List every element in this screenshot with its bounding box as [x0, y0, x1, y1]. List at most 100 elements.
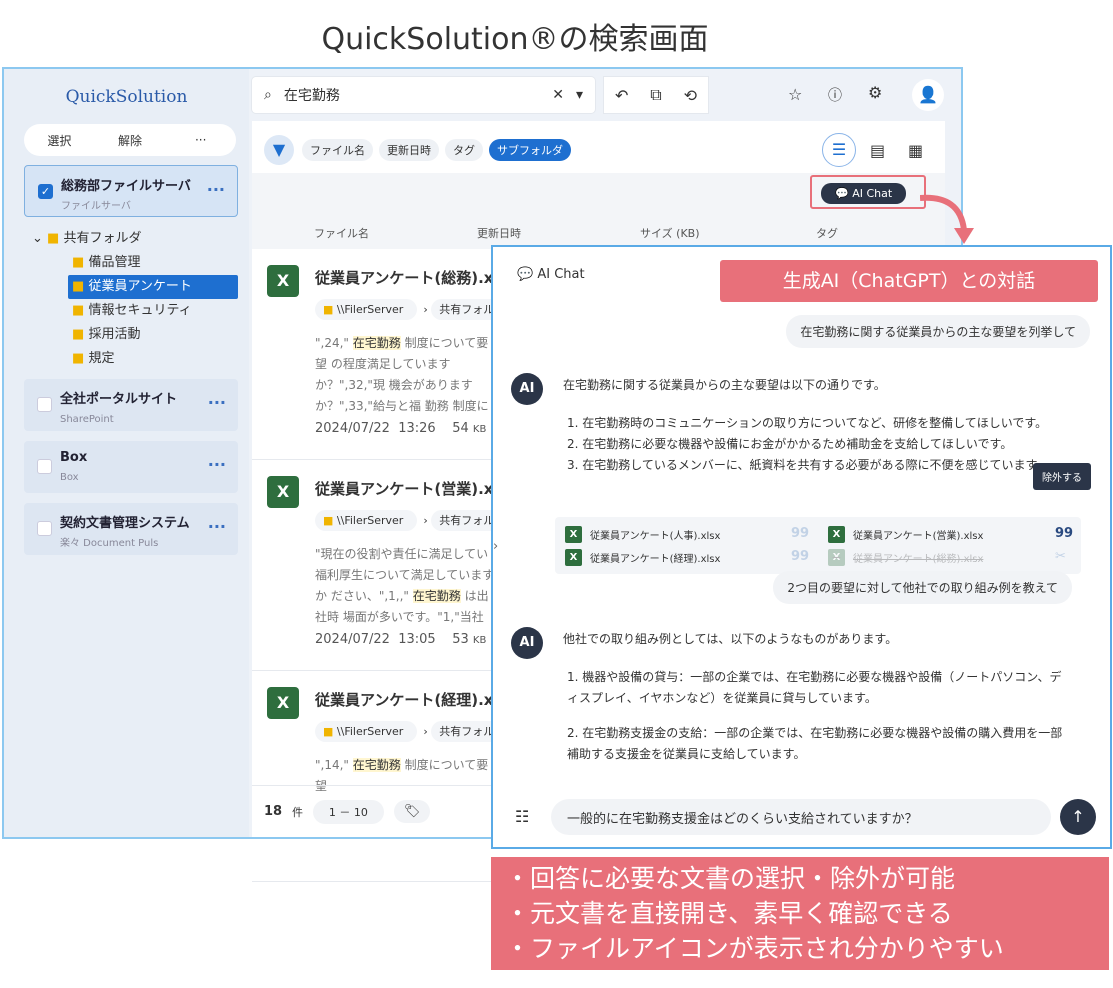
callout-chatgpt: 生成AI（ChatGPT）との対話 — [720, 260, 1098, 302]
excel-icon: X — [828, 549, 845, 566]
star-icon[interactable]: ☆ — [788, 85, 802, 104]
ref-name: 従業員アンケート(営業).xlsx — [853, 531, 984, 542]
ai-list: 1. 機器や設備の貸与：一部の企業では、在宅勤務に必要な機器や設備（ノートパソコ… — [567, 667, 1067, 765]
source-type: 楽々 Document Puls — [60, 538, 159, 549]
column-name[interactable]: ファイル名 — [314, 225, 369, 241]
clear-icon[interactable]: ✕ — [552, 87, 564, 103]
checkbox[interactable] — [37, 397, 52, 412]
tree-item-selected[interactable]: ■ 従業員アンケート — [68, 275, 238, 299]
filter-chip[interactable]: ファイル名 — [302, 139, 373, 161]
ai-chat-label: AI Chat — [852, 187, 893, 200]
file-path: ■ \\FilerServer › 共有フォルダ — [315, 721, 519, 742]
file-name[interactable]: 従業員アンケート(経理).xlsx — [315, 689, 517, 710]
detail-view-icon[interactable]: ▤ — [870, 141, 885, 160]
server-label: \\FilerServer — [336, 725, 404, 738]
tree-item[interactable]: ■ 情報セキュリティ — [72, 299, 238, 323]
user-message: 2つ目の要望に対して他社での取り組み例を教えて — [773, 571, 1072, 604]
release-button[interactable]: 解除 — [95, 132, 166, 149]
tree-root[interactable]: ⌄ ■ 共有フォルダ — [32, 227, 238, 251]
more-icon[interactable]: ··· — [208, 455, 226, 474]
quote-off-icon[interactable]: ✂ — [1055, 549, 1066, 564]
search-input[interactable]: 在宅勤務 — [284, 85, 540, 105]
chat-input[interactable]: 一般的に在宅勤務支援金はどのくらい支給されていますか？ — [551, 799, 1051, 835]
checkbox[interactable]: ✓ — [38, 184, 53, 199]
source-item[interactable]: 契約文書管理システム 楽々 Document Puls ··· — [24, 503, 238, 555]
chevron-down-icon[interactable]: ▾ — [576, 87, 583, 103]
send-icon[interactable]: ↑ — [1060, 799, 1096, 835]
filter-chip[interactable]: 更新日時 — [379, 139, 439, 161]
help-icon[interactable]: ⓘ — [828, 85, 842, 105]
filter-chip-active[interactable]: サブフォルダ — [489, 139, 571, 161]
quote-icon[interactable]: 99 — [791, 549, 809, 564]
column-size[interactable]: サイズ (KB) — [640, 225, 700, 241]
more-button[interactable]: ··· — [165, 133, 236, 147]
reference-file[interactable]: X 従業員アンケート(営業).xlsx — [828, 526, 983, 543]
source-type: SharePoint — [60, 414, 114, 425]
excel-icon: X — [565, 549, 582, 566]
result-item[interactable]: X 従業員アンケート(営業).xlsx ■ \\FilerServer › 共有フ… — [252, 460, 517, 671]
reference-file-excluded[interactable]: X 従業員アンケート(総務).xlsx — [828, 549, 983, 566]
arrow-icon — [920, 194, 974, 244]
tree-item[interactable]: ■ 採用活動 — [72, 323, 238, 347]
filter-icon[interactable]: ▼ — [264, 135, 294, 165]
folder-label: 備品管理 — [88, 255, 141, 270]
collapse-icon[interactable]: › — [493, 539, 498, 554]
column-tag[interactable]: タグ — [816, 225, 838, 241]
file-name[interactable]: 従業員アンケート(総務).xlsx — [315, 267, 517, 288]
excel-icon: X — [267, 687, 299, 719]
list-view-icon[interactable]: ☰ — [822, 133, 856, 167]
list-item: 1. 在宅勤務時のコミュニケーションの取り方についてなど、研修を整備してほしいで… — [567, 416, 1048, 430]
result-item[interactable]: X 従業員アンケート(総務).xlsx ■ \\FilerServer › 共有フ… — [252, 249, 517, 460]
highlight: 在宅勤務 — [352, 758, 401, 772]
grid-view-icon[interactable]: ▦ — [908, 141, 923, 160]
folder-icon: ■ — [323, 725, 334, 738]
ai-message: 在宅勤務に関する従業員からの主な要望は以下の通りです。 — [563, 378, 886, 392]
result-item[interactable]: X 従業員アンケート(経理).xlsx ■ \\FilerServer › 共有フ… — [252, 671, 517, 882]
excel-icon: X — [267, 476, 299, 508]
size-unit: KB — [472, 424, 487, 435]
ai-chat-button[interactable]: 💬 AI Chat — [821, 183, 907, 204]
file-meta — [315, 843, 340, 858]
more-icon[interactable]: ··· — [207, 180, 225, 199]
tag-icon[interactable]: 🏷 — [393, 800, 431, 823]
user-avatar[interactable]: 👤 — [912, 79, 944, 111]
search-box[interactable]: ⌕ 在宅勤務 ✕ ▾ — [252, 77, 595, 113]
page-range[interactable]: 1 － 10 — [312, 799, 384, 824]
quote-icon-active[interactable]: 99 — [1055, 526, 1073, 541]
source-item[interactable]: Box Box ··· — [24, 441, 238, 493]
file-path: ■ \\FilerServer › 共有フォルダ — [315, 299, 519, 320]
source-item[interactable]: ✓ 総務部ファイルサーバ ファイルサーバ ··· — [24, 165, 238, 217]
checkbox[interactable] — [37, 521, 52, 536]
gear-icon[interactable]: ⚙ — [868, 83, 882, 102]
list-item: 2. 在宅勤務支援金の支給：一部の企業では、在宅勤務に必要な機器や設備の購入費用… — [567, 726, 1063, 761]
column-date[interactable]: 更新日時 — [477, 225, 521, 241]
history-icon[interactable]: ⟲ — [684, 86, 697, 105]
filter-chip[interactable]: タグ — [445, 139, 483, 161]
more-icon[interactable]: ··· — [208, 517, 226, 536]
list-item: 2. 在宅勤務に必要な機器や設備にお金がかかるため補助金を支給してほしいです。 — [567, 437, 1013, 451]
file-time: 13:05 — [398, 632, 436, 647]
checkbox[interactable] — [37, 459, 52, 474]
path-server[interactable]: ■ \\FilerServer — [315, 510, 418, 531]
file-name[interactable]: 従業員アンケート(営業).xlsx — [315, 478, 517, 499]
chat-title: 💬 AI Chat — [517, 267, 585, 282]
path-server[interactable]: ■ \\FilerServer — [315, 721, 418, 742]
quote-icon[interactable]: 99 — [791, 526, 809, 541]
path-server[interactable]: ■ \\FilerServer — [315, 299, 418, 320]
snippet-text: ",24," — [315, 336, 353, 350]
reference-list: X 従業員アンケート(人事).xlsx 99 X 従業員アンケート(営業).xlsx… — [555, 517, 1081, 574]
excel-icon: X — [565, 526, 582, 543]
tree-item[interactable]: ■ 備品管理 — [72, 251, 238, 275]
more-icon[interactable]: ··· — [208, 393, 226, 412]
prompt-list-icon[interactable]: ☷ — [515, 807, 529, 826]
file-meta: 2024/07/22 13:26 54 KB — [315, 421, 486, 436]
copy-icon[interactable]: ⧉ — [650, 85, 661, 105]
source-type: ファイルサーバ — [61, 201, 131, 212]
undo-icon[interactable]: ↶ — [615, 86, 628, 105]
source-item[interactable]: 全社ポータルサイト SharePoint ··· — [24, 379, 238, 431]
reference-file[interactable]: X 従業員アンケート(経理).xlsx — [565, 549, 720, 566]
tree-item[interactable]: ■ 規定 — [72, 347, 238, 371]
file-date: 2024/07/22 — [315, 421, 390, 436]
select-button[interactable]: 選択 — [24, 132, 95, 149]
reference-file[interactable]: X 従業員アンケート(人事).xlsx — [565, 526, 720, 543]
